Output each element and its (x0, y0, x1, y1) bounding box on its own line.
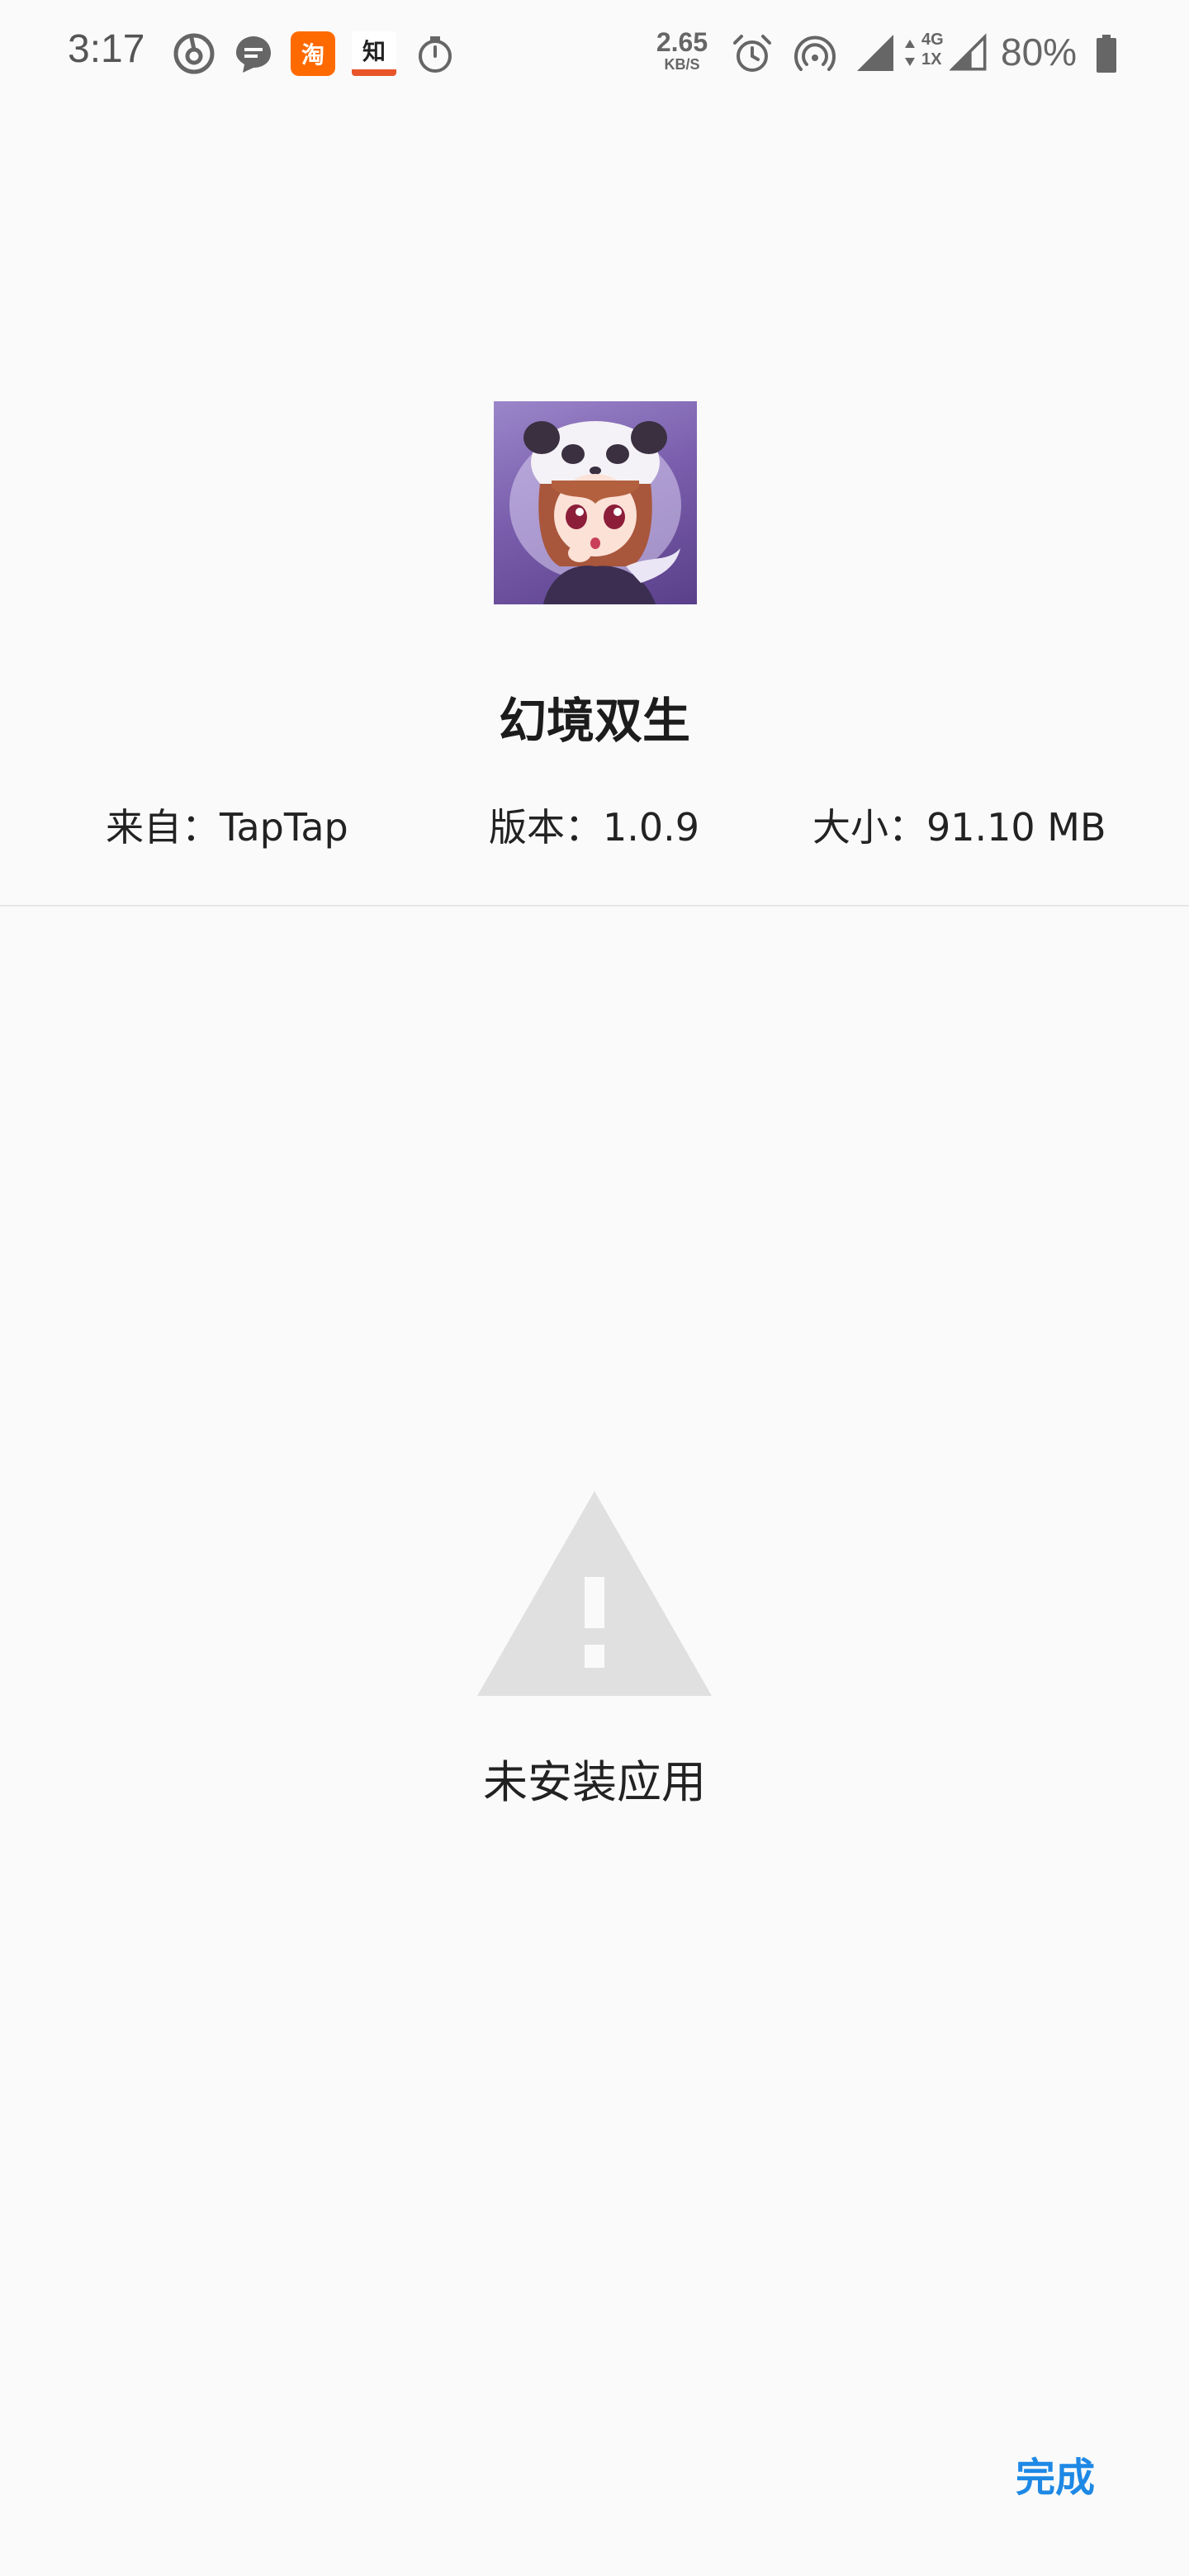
taobao-icon: 淘 (291, 31, 335, 76)
taobao-icon-label: 淘 (301, 41, 324, 69)
cellular-signal-2-icon (950, 33, 987, 71)
warning-icon (477, 1491, 712, 1696)
net-speed-value: 2.65 (656, 27, 708, 57)
network-type: 4G 1X (921, 30, 944, 69)
network-type-label: 4G (921, 31, 944, 49)
done-button[interactable]: 完成 (997, 2441, 1113, 2507)
status-bar: 3:17 淘 知 2.65 KB/S 4G 1X 80% (0, 0, 1189, 107)
install-status-message: 未安装应用 (483, 1756, 706, 1808)
cellular-signal-icon (857, 35, 893, 71)
stopwatch-icon (419, 36, 452, 73)
battery-percent: 80% (1001, 31, 1078, 73)
app-version: 版本：1.0.9 (489, 805, 700, 850)
zhihu-icon-label: 知 (362, 38, 386, 65)
net-speed-unit: KB/S (664, 56, 700, 73)
message-bubble-icon (236, 36, 271, 73)
app-size: 大小：91.10 MB (812, 805, 1106, 850)
network-sub-label: 1X (921, 50, 942, 69)
status-time: 3:17 (68, 27, 145, 71)
netease-music-icon (173, 33, 215, 74)
net-speed: 2.65 KB/S (652, 28, 712, 73)
app-icon (494, 401, 697, 604)
data-activity-icon (905, 40, 915, 66)
divider (0, 905, 1189, 907)
app-icon-art (509, 421, 681, 604)
zhihu-icon: 知 (352, 31, 396, 76)
battery-icon (1097, 35, 1116, 73)
alarm-icon (733, 35, 771, 72)
app-name: 幻境双生 (498, 693, 690, 749)
hotspot-icon (794, 36, 836, 71)
app-source: 来自：TapTap (106, 805, 348, 850)
